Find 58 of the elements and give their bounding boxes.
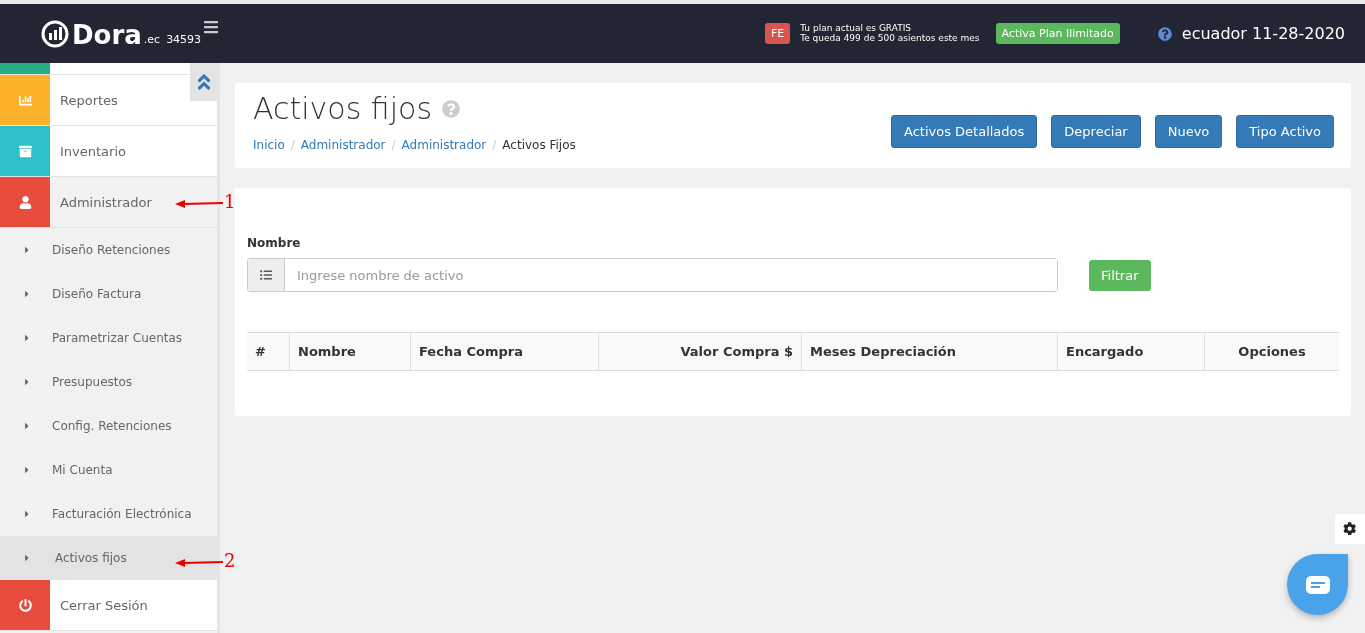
annotation-arrow [175,199,223,209]
breadcrumb-current-page: Activos Fijos [502,138,576,152]
column-header: Nombre [289,333,410,370]
column-header: Encargado [1057,333,1204,370]
annotation-arrow [175,558,223,568]
sidebar-subitem[interactable]: Facturación Electrónica [0,492,217,536]
annotation-number: 1 [224,191,236,212]
plan-badge: FE [764,23,791,44]
user-icon [18,195,32,209]
sidebar-subitem[interactable]: Config. Retenciones [0,404,217,448]
chart-icon [18,93,32,107]
settings-button[interactable] [1335,514,1365,544]
help-icon[interactable] [1157,26,1172,41]
list-icon [260,269,272,281]
account-number: 34593 [166,32,202,48]
power-icon [18,598,32,612]
breadcrumb-separator: / [492,138,497,152]
column-header: Opciones [1204,333,1339,370]
action-button[interactable]: Tipo Activo [1236,115,1334,148]
user-label: ecuador 11-28-2020 [1181,24,1345,43]
page-title: Activos fijos [253,91,433,126]
logo-text: Dora [72,21,142,48]
column-header: Meses Depreciación [801,333,1057,370]
menu-icon[interactable] [203,18,220,35]
breadcrumb-link[interactable]: Administrador [401,138,487,152]
breadcrumb-link[interactable]: Inicio [253,138,285,152]
chat-icon [1304,574,1331,595]
field-label: Nombre [247,236,302,250]
action-button[interactable]: Nuevo [1154,115,1223,148]
archive-icon [18,144,32,158]
action-button[interactable]: Depreciar [1051,115,1141,148]
column-header: Valor Compra $ [598,333,801,370]
sidebar-subitem[interactable]: Presupuestos [0,360,217,404]
sidebar-subitem[interactable]: Diseño Factura [0,272,217,316]
sidebar-subitem[interactable]: Diseño Retenciones [0,228,217,272]
plan-text: Te queda 499 de 500 asientos este mes [800,33,980,44]
sidebar-item[interactable]: Reportes [0,75,217,126]
column-header: Fecha Compra [410,333,598,370]
sidebar-item[interactable] [0,63,190,75]
settings-icon [1343,522,1357,536]
sidebar-item[interactable]: Cerrar Sesión [0,580,217,631]
sidebar-item[interactable]: Administrador [0,177,217,228]
annotation-number: 2 [224,550,236,571]
column-header: # [254,343,267,361]
chat-button[interactable] [1287,554,1348,615]
sidebar-subitem[interactable]: Parametrizar Cuentas [0,316,217,360]
plan-text: Tu plan actual es GRATIS [800,23,913,33]
logo-suffix: .ec [143,32,161,48]
breadcrumb-separator: / [391,138,396,152]
collapse-button[interactable] [190,63,217,101]
breadcrumb-separator: / [290,138,295,152]
breadcrumb-link[interactable]: Administrador [300,138,386,152]
sidebar-subitem[interactable]: Mi Cuenta [0,448,217,492]
action-button[interactable]: Activos Detallados [891,115,1038,148]
sidebar-item[interactable]: Inventario [0,126,217,177]
logo-icon [40,19,70,48]
search-field[interactable]: Ingrese nombre de activo [247,258,1058,292]
sidebar-subitem[interactable]: Activos fijos [0,536,217,580]
